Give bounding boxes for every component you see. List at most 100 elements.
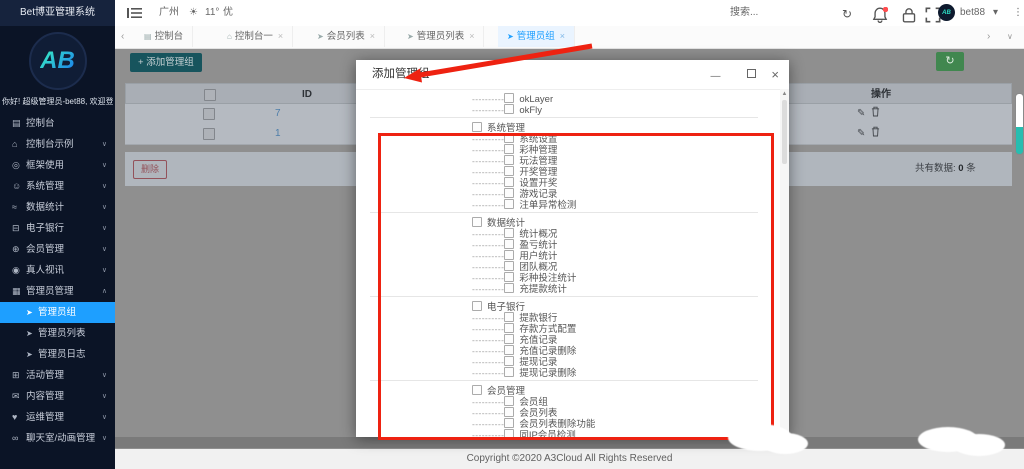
chevron-down-icon: ∨ [102, 197, 107, 218]
sidebar-item-admin-mgmt[interactable]: ▦管理员管理∧ [0, 281, 115, 302]
maximize-icon[interactable] [736, 71, 756, 82]
minimize-icon[interactable]: — [711, 71, 721, 82]
table-refresh-button[interactable]: ↻ [936, 52, 964, 71]
checkbox[interactable] [504, 429, 514, 437]
sidebar-item-dashboard[interactable]: ▤控制台 [0, 113, 115, 134]
checkbox[interactable] [504, 356, 514, 366]
trash-icon[interactable] [871, 106, 880, 117]
edit-icon[interactable]: ✎ [857, 128, 865, 139]
sidebar-item-admin-log[interactable]: ➤管理员日志 [0, 344, 115, 365]
checkbox[interactable] [504, 407, 514, 417]
trash-icon[interactable] [871, 126, 880, 137]
tab-member-list[interactable]: ➤会员列表× [308, 26, 385, 47]
scrollbar-thumb[interactable] [1015, 93, 1024, 155]
sidebar-item-activity[interactable]: ⊞活动管理∨ [0, 365, 115, 386]
add-group-button[interactable]: + 添加管理组 [130, 53, 202, 72]
checkbox[interactable] [504, 418, 514, 428]
sun-icon: ☀ [189, 0, 198, 26]
scroll-up-icon[interactable]: ▲ [780, 89, 789, 99]
tab-close-icon[interactable]: × [278, 31, 283, 41]
tab-admin-groups[interactable]: ➤管理员组× [498, 26, 575, 47]
checkbox[interactable] [504, 272, 514, 282]
row-checkbox[interactable] [203, 128, 215, 140]
search-input[interactable]: 搜索... [730, 0, 810, 26]
checkbox[interactable] [504, 312, 514, 322]
checkbox[interactable] [504, 396, 514, 406]
modal-scrollbar-thumb[interactable] [782, 100, 787, 164]
checkbox[interactable] [504, 283, 514, 293]
checkbox[interactable] [504, 133, 514, 143]
close-icon[interactable]: × [771, 67, 779, 82]
checkbox[interactable] [504, 166, 514, 176]
tab-close-icon[interactable]: × [560, 31, 565, 41]
checkbox[interactable] [472, 301, 482, 311]
lock-icon[interactable] [901, 7, 917, 23]
row-id[interactable]: 7 [275, 104, 281, 124]
checkbox[interactable] [472, 122, 482, 132]
sidebar-item-live-video[interactable]: ◉真人视讯∨ [0, 260, 115, 281]
tabs-scroll-left-icon[interactable]: ‹ [121, 26, 124, 48]
delete-button[interactable]: 删除 [133, 160, 167, 179]
checkbox[interactable] [504, 334, 514, 344]
tree-item: ----------用户统计 [356, 250, 780, 261]
checkbox[interactable] [504, 250, 514, 260]
video-icon: ◉ [12, 260, 26, 281]
dash-prefix: ---------- [472, 368, 504, 378]
bell-icon[interactable] [872, 7, 888, 23]
username[interactable]: bet88 [960, 0, 985, 26]
tabs-scroll-right-icon[interactable]: › [987, 26, 990, 48]
logo-circle-icon: AB [29, 32, 87, 90]
tab-close-icon[interactable]: × [469, 31, 474, 41]
sidebar-item-statistics[interactable]: ≈数据统计∨ [0, 197, 115, 218]
select-all-checkbox[interactable] [204, 89, 216, 101]
refresh-icon[interactable]: ↻ [842, 5, 858, 21]
user-caret-icon[interactable]: ▾ [993, 0, 998, 26]
sidebar-item-chatroom[interactable]: ∞聊天室/动画管理∨ [0, 428, 115, 449]
sidebar-item-console-demo[interactable]: ⌂控制台示例∨ [0, 134, 115, 155]
checkbox[interactable] [504, 323, 514, 333]
checkbox[interactable] [504, 367, 514, 377]
menu-toggle-icon[interactable] [127, 7, 142, 19]
dash-prefix: ---------- [472, 408, 504, 418]
checkbox[interactable] [504, 93, 514, 103]
sidebar-item-ops[interactable]: ♥运维管理∨ [0, 407, 115, 428]
dash-prefix: ---------- [472, 178, 504, 188]
checkbox[interactable] [504, 188, 514, 198]
sidebar-item-label: 内容管理 [26, 391, 64, 402]
annotation-white-blob [953, 434, 1005, 456]
logo: AB [0, 30, 115, 92]
edit-icon[interactable]: ✎ [857, 108, 865, 119]
sidebar-item-members[interactable]: ⊕会员管理∨ [0, 239, 115, 260]
checkbox[interactable] [472, 217, 482, 227]
sidebar-item-framework[interactable]: ◎框架使用∨ [0, 155, 115, 176]
row-checkbox[interactable] [203, 108, 215, 120]
checkbox[interactable] [504, 228, 514, 238]
sidebar-item-admin-groups[interactable]: ➤管理员组 [0, 302, 115, 323]
checkbox[interactable] [472, 385, 482, 395]
checkbox[interactable] [504, 261, 514, 271]
row-id[interactable]: 1 [275, 124, 281, 144]
avatar[interactable]: AB [938, 4, 955, 21]
chevron-down-icon: ∨ [102, 239, 107, 260]
checkbox[interactable] [504, 345, 514, 355]
checkbox[interactable] [504, 199, 514, 209]
modal-scrollbar[interactable]: ▲ [780, 89, 789, 437]
tabs-dropdown-icon[interactable]: ∨ [1007, 26, 1013, 48]
sidebar-item-content[interactable]: ✉内容管理∨ [0, 386, 115, 407]
dashboard-icon: ▤ [144, 32, 152, 41]
tab-admin-list[interactable]: ➤管理员列表× [398, 26, 484, 47]
chevron-up-icon: ∧ [102, 281, 107, 302]
checkbox[interactable] [504, 144, 514, 154]
sidebar-item-system[interactable]: ☺系统管理∨ [0, 176, 115, 197]
checkbox[interactable] [504, 239, 514, 249]
sidebar-item-ebank[interactable]: ⊟电子银行∨ [0, 218, 115, 239]
checkbox[interactable] [504, 155, 514, 165]
more-menu-icon[interactable]: ⋮ [1013, 0, 1023, 26]
tab-close-icon[interactable]: × [370, 31, 375, 41]
dash-prefix: ---------- [472, 335, 504, 345]
checkbox[interactable] [504, 104, 514, 114]
tab-console-one[interactable]: ⌂控制台一× [218, 26, 293, 47]
sidebar-item-admin-list[interactable]: ➤管理员列表 [0, 323, 115, 344]
tab-dashboard[interactable]: ▤控制台 [135, 26, 193, 47]
checkbox[interactable] [504, 177, 514, 187]
